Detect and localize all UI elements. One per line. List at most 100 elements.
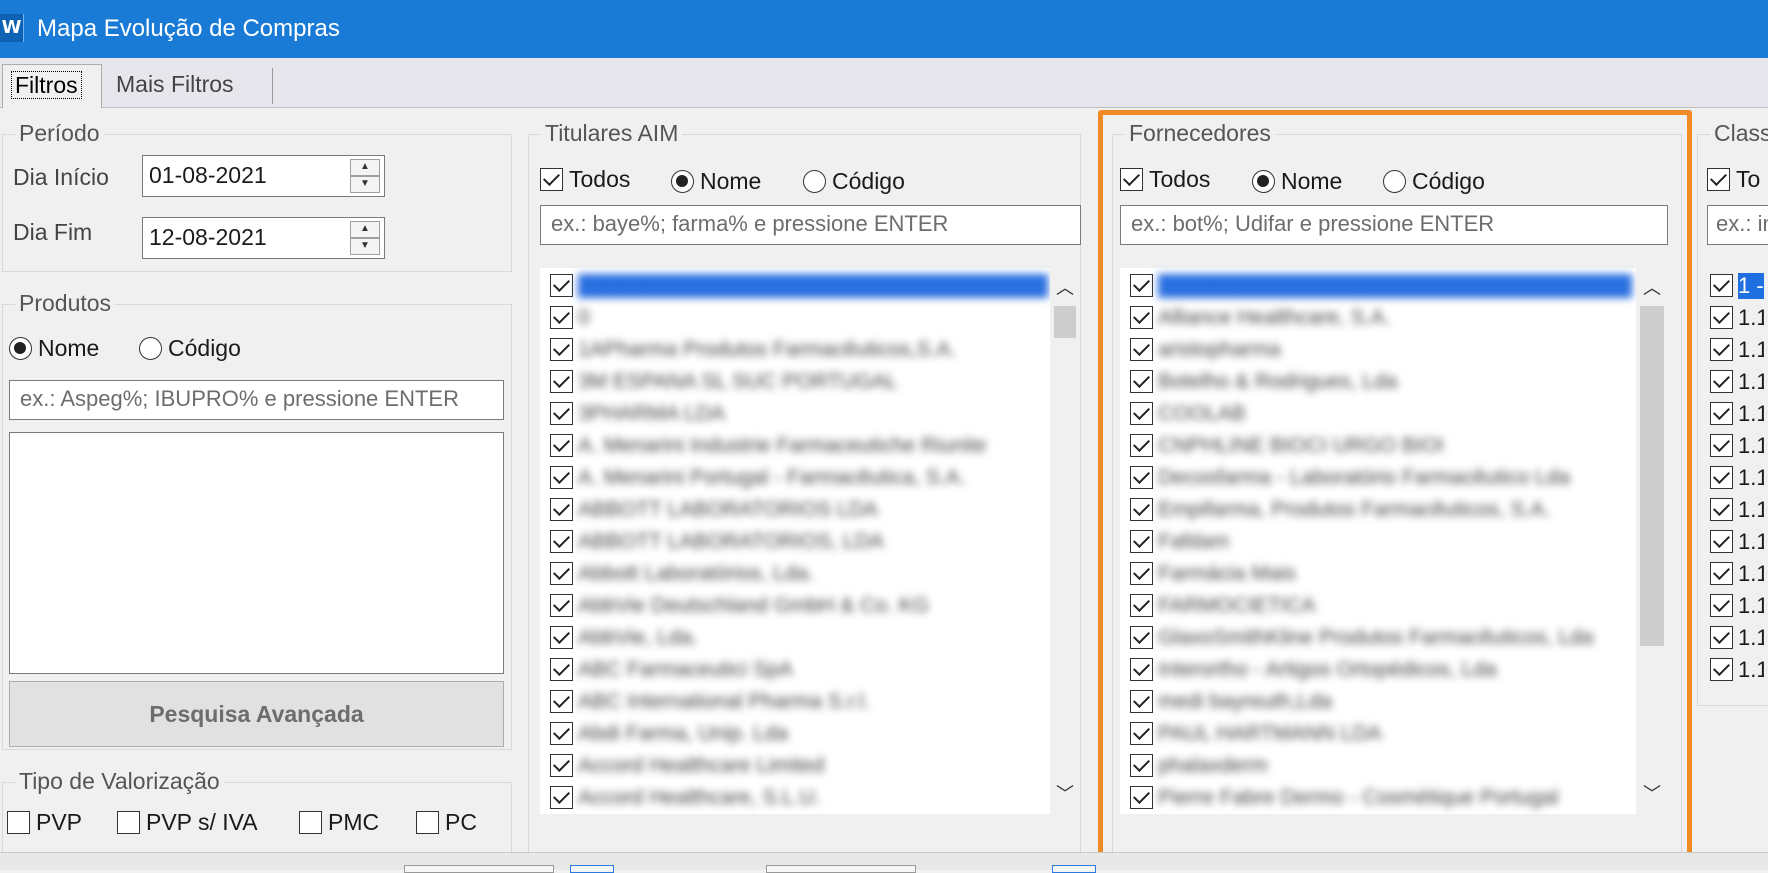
fornecedores-radio-codigo[interactable]: Código [1383, 167, 1485, 195]
checkbox-checked-icon[interactable] [1130, 434, 1153, 457]
checkbox-checked-icon[interactable] [550, 786, 573, 809]
checkbox-checked-icon[interactable] [550, 306, 573, 329]
list-item[interactable]: 3PHARMA LDA [540, 400, 1052, 428]
list-item[interactable]: medi bayreuth,Lda [1120, 688, 1636, 716]
checkbox-checked-icon[interactable] [550, 594, 573, 617]
pvp-sem-iva-checkbox[interactable]: PVP s/ IVA [117, 808, 258, 836]
list-item[interactable]: Accord Healthcare, S.L.U. [540, 784, 1052, 812]
list-item[interactable]: Accord Healthcare Limited [540, 752, 1052, 780]
checkbox-checked-icon[interactable] [1130, 722, 1153, 745]
checkbox-checked-icon[interactable] [1130, 402, 1153, 425]
fornecedores-scrollbar[interactable]: ︿ ﹀ [1636, 268, 1668, 814]
checkbox-checked-icon[interactable] [550, 690, 573, 713]
produtos-search-input[interactable]: ex.: Aspeg%; IBUPRO% e pressione ENTER [9, 380, 504, 420]
pvp-checkbox[interactable]: PVP [7, 808, 82, 836]
checkbox-checked-icon[interactable] [550, 562, 573, 585]
list-item[interactable]: ABC Farmaceutici SpA [540, 656, 1052, 684]
list-item[interactable]: Abbott Laboratórios Lda [1120, 272, 1636, 300]
checkbox-checked-icon[interactable] [550, 722, 573, 745]
list-item[interactable]: 1.1 [1700, 464, 1768, 492]
list-item[interactable]: COOLAB [1120, 400, 1636, 428]
list-item[interactable]: Fafdam [1120, 528, 1636, 556]
checkbox-checked-icon[interactable] [550, 530, 573, 553]
list-item[interactable]: 1.1 [1700, 656, 1768, 684]
list-item[interactable]: Pierre Fabre Dermo - Cosmétique Portugal [1120, 784, 1636, 812]
list-item[interactable]: Alliance Healthcare, S.A. [1120, 304, 1636, 332]
titulares-scrollbar[interactable]: ︿ ﹀ [1050, 268, 1080, 814]
titulares-search-input[interactable]: ex.: baye%; farma% e pressione ENTER [540, 205, 1081, 245]
checkbox-checked-icon[interactable] [1710, 498, 1733, 521]
list-item[interactable]: 1.1 [1700, 592, 1768, 620]
checkbox-checked-icon[interactable] [1130, 530, 1153, 553]
tab-mais-filtros[interactable]: Mais Filtros [108, 68, 273, 104]
scroll-down-icon[interactable]: ﹀ [1636, 780, 1668, 808]
list-item[interactable]: 1.1 [1700, 400, 1768, 428]
list-item[interactable]: 1.1 [1700, 496, 1768, 524]
spin-up-icon[interactable]: ▲ [350, 221, 380, 238]
list-item[interactable]: Abbott Laboratórios, Lda. [540, 560, 1052, 588]
list-item[interactable]: aristopharma [1120, 336, 1636, 364]
list-item[interactable]: 0 [540, 304, 1052, 332]
list-item[interactable]: FARMOCIETICA [1120, 592, 1636, 620]
checkbox-checked-icon[interactable] [1130, 338, 1153, 361]
checkbox-checked-icon[interactable] [550, 402, 573, 425]
list-item[interactable]: 1.1 [1700, 368, 1768, 396]
fornecedores-radio-nome[interactable]: Nome [1252, 167, 1342, 195]
checkbox-checked-icon[interactable] [1710, 370, 1733, 393]
checkbox-checked-icon[interactable] [1710, 274, 1733, 297]
radio-unselected-icon[interactable] [1383, 170, 1406, 194]
list-item[interactable]: 1.1 [1700, 528, 1768, 556]
spin-down-icon[interactable]: ▼ [350, 176, 380, 193]
checkbox-checked-icon[interactable] [1130, 754, 1153, 777]
checkbox-checked-icon[interactable] [1130, 658, 1153, 681]
fornecedores-list[interactable]: Abbott Laboratórios Lda Alliance Healthca… [1120, 268, 1636, 814]
radio-selected-icon[interactable] [1252, 170, 1275, 194]
produtos-radio-codigo[interactable]: Código [139, 334, 241, 362]
checkbox-checked-icon[interactable] [550, 274, 573, 297]
checkbox-checked-icon[interactable] [1130, 562, 1153, 585]
checkbox-checked-icon[interactable] [1130, 626, 1153, 649]
classificacao-search-input[interactable]: ex.: in [1707, 205, 1768, 245]
checkbox-checked-icon[interactable] [550, 626, 573, 649]
radio-selected-icon[interactable] [671, 170, 694, 194]
checkbox-checked-icon[interactable] [1710, 466, 1733, 489]
titulares-todos-checkbox[interactable]: Todos [540, 165, 630, 193]
fornecedores-search-input[interactable]: ex.: bot%; Udifar e pressione ENTER [1120, 205, 1668, 245]
bottom-button[interactable] [570, 865, 614, 873]
list-item[interactable]: CNPHLINE BIOCI URGO BIOI [1120, 432, 1636, 460]
checkbox-icon[interactable] [299, 811, 322, 835]
scroll-up-icon[interactable]: ︿ [1050, 274, 1080, 302]
titulares-list[interactable]: (selected) 0 1APharma Produtos Farmacêutic… [540, 268, 1052, 814]
list-item[interactable]: ABBOTT LABORATORIOS LDA [540, 496, 1052, 524]
checkbox-checked-icon[interactable] [1130, 786, 1153, 809]
checkbox-checked-icon[interactable] [1710, 306, 1733, 329]
checkbox-checked-icon[interactable] [1710, 658, 1733, 681]
checkbox-checked-icon[interactable] [550, 434, 573, 457]
dia-inicio-spinner[interactable]: ▲ ▼ [350, 159, 380, 193]
checkbox-checked-icon[interactable] [550, 370, 573, 393]
pesquisa-avancada-button[interactable]: Pesquisa Avançada [9, 681, 504, 747]
dia-fim-field[interactable]: 12-08-2021 ▲ ▼ [142, 217, 385, 259]
classificacao-todos-checkbox[interactable]: To [1707, 165, 1760, 193]
bottom-field[interactable] [766, 865, 916, 873]
checkbox-checked-icon[interactable] [550, 658, 573, 681]
bottom-field[interactable] [404, 865, 554, 873]
list-item[interactable]: 1.1 [1700, 336, 1768, 364]
pc-checkbox[interactable]: PC [416, 808, 477, 836]
checkbox-checked-icon[interactable] [1130, 498, 1153, 521]
list-item[interactable]: 1.1 [1700, 304, 1768, 332]
list-item[interactable]: Botelho & Rodrigues, Lda [1120, 368, 1636, 396]
radio-selected-icon[interactable] [9, 337, 32, 361]
checkbox-checked-icon[interactable] [1130, 274, 1153, 297]
checkbox-icon[interactable] [7, 811, 30, 835]
spin-up-icon[interactable]: ▲ [350, 159, 380, 176]
checkbox-checked-icon[interactable] [550, 338, 573, 361]
list-item[interactable]: Decosfarma - Laboratório Farmacêutico Ld… [1120, 464, 1636, 492]
list-item[interactable]: A. Menarini Portugal - Farmacêutica, S.A… [540, 464, 1052, 492]
checkbox-icon[interactable] [117, 811, 140, 835]
checkbox-checked-icon[interactable] [1130, 594, 1153, 617]
checkbox-checked-icon[interactable] [550, 466, 573, 489]
checkbox-checked-icon[interactable] [1710, 530, 1733, 553]
list-item[interactable]: 1 - [1700, 272, 1768, 300]
list-item[interactable]: 1.1 [1700, 560, 1768, 588]
